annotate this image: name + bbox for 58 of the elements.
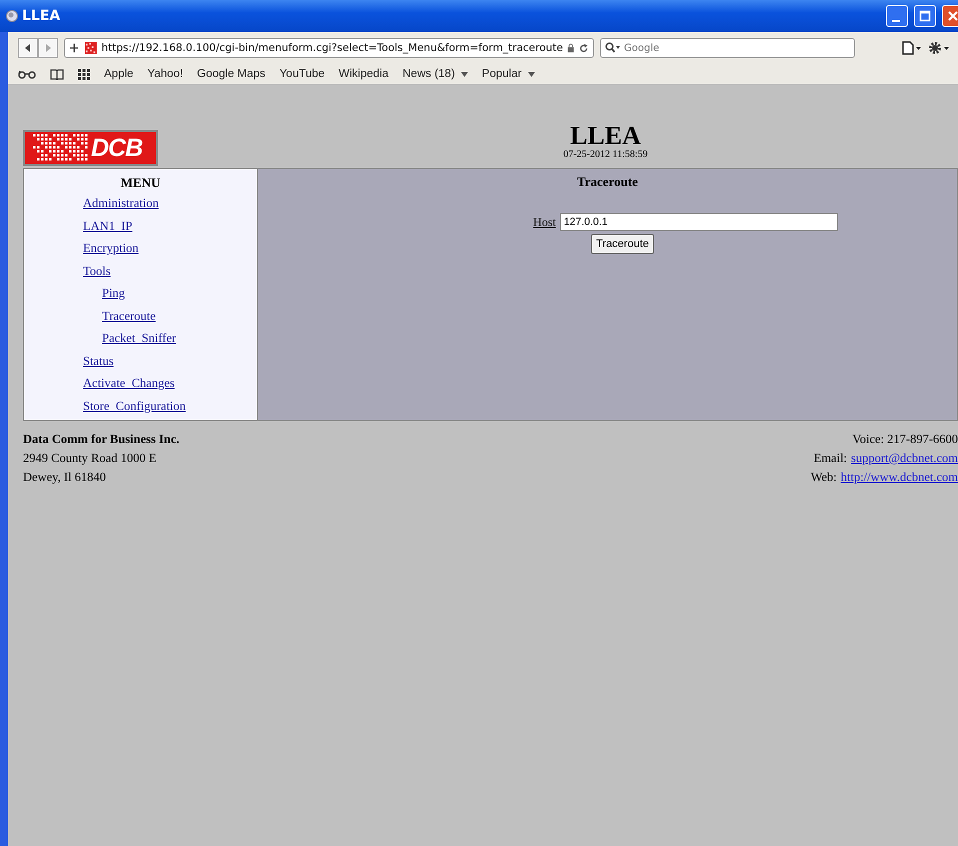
minimize-button[interactable] bbox=[886, 5, 908, 27]
page-menu-icon[interactable] bbox=[902, 41, 922, 55]
close-icon bbox=[947, 10, 958, 22]
grid-icon[interactable] bbox=[78, 68, 90, 80]
menu-link[interactable]: Tools bbox=[83, 260, 111, 282]
contact-link[interactable]: http://www.dcbnet.com bbox=[840, 468, 958, 487]
caret-icon bbox=[460, 72, 468, 76]
menu-link[interactable]: Activate_Changes bbox=[83, 372, 175, 394]
menu-link[interactable]: LAN1_IP bbox=[83, 214, 132, 237]
close-button[interactable] bbox=[942, 5, 958, 27]
back-icon bbox=[24, 44, 32, 52]
gear-icon[interactable] bbox=[928, 41, 950, 55]
window-title: LLEA bbox=[22, 8, 60, 24]
menu-link[interactable]: Encryption bbox=[83, 237, 139, 260]
bookmark-link[interactable]: Google Maps bbox=[197, 68, 266, 80]
url-text: https://192.168.0.100/cgi-bin/menuform.cgi?select=Tools_Menu&form=form_traceroute bbox=[101, 42, 564, 54]
site-icon bbox=[85, 41, 98, 55]
maximize-button[interactable] bbox=[914, 5, 936, 27]
traceroute-button[interactable]: Traceroute bbox=[591, 234, 654, 254]
address-bar[interactable]: https://192.168.0.100/cgi-bin/menuform.cgi?select=Tools_Menu&form=form_traceroute bbox=[64, 38, 594, 58]
bookmark-link[interactable]: Wikipedia bbox=[338, 68, 388, 80]
menu-title: MENU bbox=[120, 174, 162, 192]
contact-label: Voice: 217-897-6600 bbox=[852, 431, 958, 448]
caret-icon bbox=[528, 72, 535, 76]
lock-icon bbox=[567, 43, 575, 53]
reload-icon[interactable] bbox=[578, 42, 588, 54]
bookmark-link[interactable]: Apple bbox=[104, 68, 134, 80]
search-field[interactable]: Google bbox=[600, 38, 855, 58]
host-label[interactable]: Host bbox=[533, 214, 556, 230]
menu-link[interactable]: Ping bbox=[102, 282, 125, 304]
menu-link[interactable]: Traceroute bbox=[102, 304, 156, 327]
menu-link[interactable]: Administration bbox=[83, 192, 159, 214]
page-title: LLEA bbox=[569, 123, 642, 149]
contact-label: Email: bbox=[814, 450, 848, 467]
bookmark-link[interactable]: YouTube bbox=[279, 68, 325, 80]
panel-title: Traceroute bbox=[577, 173, 638, 190]
bookmark-menu[interactable]: News (18) bbox=[402, 68, 468, 80]
back-button[interactable] bbox=[18, 38, 38, 58]
globe-icon bbox=[6, 10, 18, 22]
maximize-icon bbox=[919, 10, 931, 22]
contact-link[interactable]: support@dcbnet.com bbox=[851, 449, 958, 468]
address-line: 2949 County Road 1000 E bbox=[23, 450, 158, 467]
menu-link[interactable]: Packet_Sniffer bbox=[102, 327, 176, 350]
bookmark-menu[interactable]: Popular bbox=[482, 68, 535, 80]
date-time: 07-25-2012 11:58:59 bbox=[562, 149, 649, 160]
minimize-icon bbox=[892, 20, 900, 22]
menu-link[interactable]: Status bbox=[83, 350, 114, 372]
contact-label: Web: bbox=[810, 469, 837, 486]
logo: DCB bbox=[23, 130, 158, 166]
address-line: Data Comm for Business Inc. bbox=[23, 431, 180, 448]
book-icon[interactable] bbox=[50, 68, 64, 80]
bookmark-link[interactable]: Yahoo! bbox=[147, 68, 184, 80]
reading-glasses-icon[interactable] bbox=[18, 69, 36, 79]
plus-icon[interactable] bbox=[70, 43, 78, 53]
host-input[interactable]: 127.0.0.1 bbox=[560, 213, 838, 231]
forward-icon bbox=[44, 44, 52, 52]
menu-link[interactable]: Store_Configuration bbox=[83, 394, 186, 417]
address-line: Dewey, Il 61840 bbox=[23, 469, 107, 486]
